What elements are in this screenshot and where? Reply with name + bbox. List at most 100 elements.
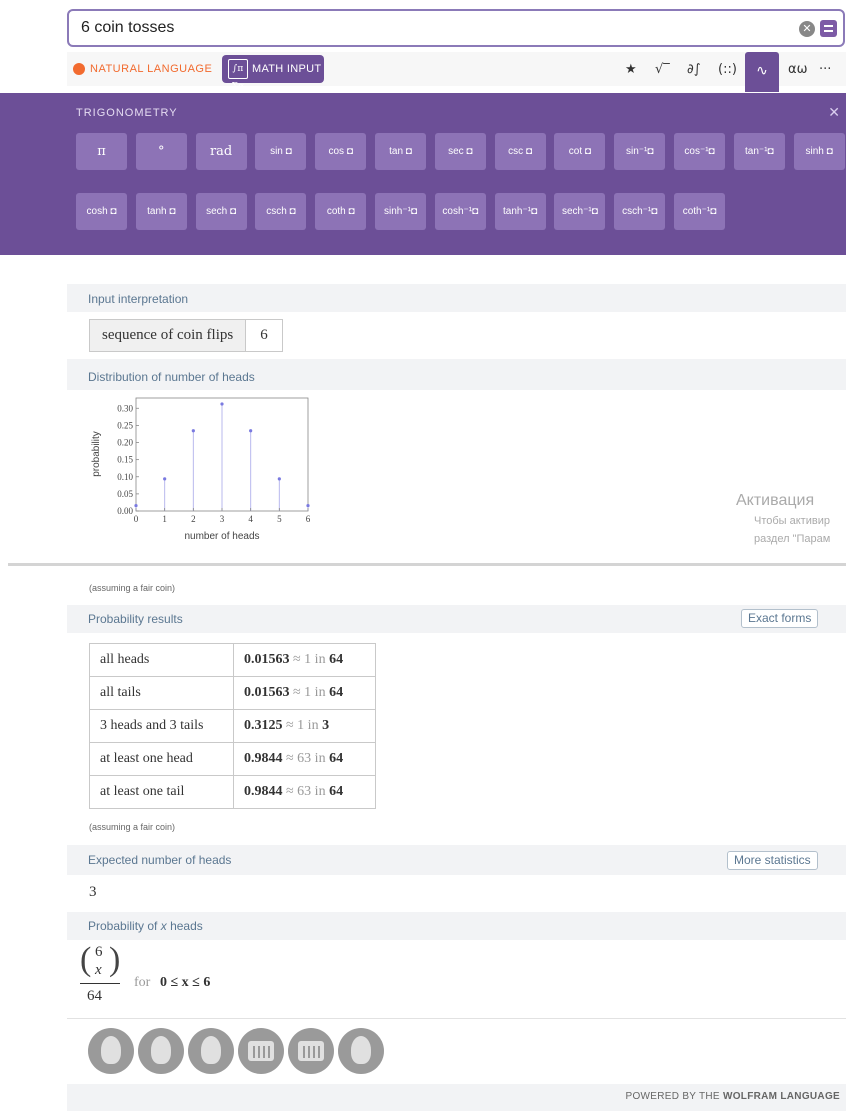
data-point <box>306 504 310 508</box>
calculus-icon[interactable]: ∂∫ <box>687 62 701 77</box>
math-keyboard: TRIGONOMETRY ✕ π ° rad sin ◘ cos ◘ tan ◘ sec ◘… <box>0 93 846 255</box>
key-row2-2[interactable]: sech ◘ <box>195 193 247 230</box>
key-10[interactable]: cos⁻¹◘ <box>674 133 725 170</box>
key-9[interactable]: sin⁻¹◘ <box>614 133 666 170</box>
activation-watermark-title: Активация <box>736 492 815 509</box>
powered-prefix: POWERED BY THE <box>625 1091 720 1102</box>
distribution-header: Distribution of number of heads <box>88 370 255 384</box>
x-tick-label: 5 <box>277 514 282 524</box>
key-row2-0[interactable]: cosh ◘ <box>76 193 127 230</box>
outcome-label: 3 heads and 3 tails <box>89 709 234 743</box>
probability-value: 0.01563 <box>244 685 290 700</box>
key-row2-10[interactable]: coth⁻¹◘ <box>674 193 725 230</box>
search-input[interactable] <box>81 16 761 40</box>
chart-marks <box>134 402 310 511</box>
right-paren: ) <box>109 941 121 978</box>
binomial: ( 6 x ) <box>80 942 122 982</box>
key-1[interactable]: ° <box>135 133 187 170</box>
key-row2-4[interactable]: coth ◘ <box>315 193 367 230</box>
expected-heads-header: Expected number of heads <box>88 853 232 867</box>
math-input-tab[interactable]: ∫π Σα MATH INPUT <box>222 55 324 92</box>
x-tick-label: 2 <box>191 514 196 524</box>
powered-brand: WOLFRAM LANGUAGE <box>722 1091 840 1102</box>
data-point <box>249 429 253 433</box>
natural-language-label: NATURAL LANGUAGE <box>90 63 213 75</box>
key-row2-6[interactable]: cosh⁻¹◘ <box>434 193 486 230</box>
range-condition: 0 ≤ x ≤ 6 <box>160 975 211 990</box>
outcome-label: all heads <box>89 643 234 677</box>
distribution-chart: 0.00 0.05 0.10 0.15 0.20 0.25 0.30 0 1 2 3 4 5 6 num… <box>91 397 311 542</box>
matrix-icon[interactable]: (::) <box>718 62 737 77</box>
outcome-probability: 0.9844 ≈ 63 in 64 <box>233 775 376 809</box>
probability-value: 0.01563 <box>244 652 290 667</box>
odds-value: 64 <box>329 751 344 766</box>
x-tick-label: 6 <box>306 514 311 524</box>
coin-heads-icon <box>88 1028 134 1074</box>
approx-text: ≈ 63 in <box>286 751 326 766</box>
clear-icon[interactable]: ✕ <box>799 21 815 37</box>
probability-table: all heads 0.01563 ≈ 1 in 64 all tails 0.015… <box>89 643 376 809</box>
data-point <box>163 477 167 481</box>
binomial-bottom: x <box>95 962 102 978</box>
coin-heads-icon <box>138 1028 184 1074</box>
probability-value: 0.9844 <box>244 751 283 766</box>
key-11[interactable]: tan⁻¹◘ <box>733 133 785 170</box>
coin-heads-icon <box>338 1028 384 1074</box>
assumption-note: (assuming a fair coin) <box>89 583 176 593</box>
data-point <box>191 429 195 433</box>
table-row: at least one head 0.9844 ≈ 63 in 64 <box>89 742 376 776</box>
menu-icon[interactable] <box>820 20 837 37</box>
search-bar: ✕ <box>67 9 845 47</box>
odds-value: 3 <box>322 718 330 733</box>
key-row2-3[interactable]: csch ◘ <box>255 193 307 230</box>
key-6[interactable]: sec ◘ <box>434 133 486 170</box>
fraction-bar <box>80 983 120 984</box>
data-point <box>277 477 281 481</box>
input-mode-bar: NATURAL LANGUAGE ∫π Σα MATH INPUT ★ √‾ ∂… <box>67 52 846 92</box>
y-tick-label: 0.05 <box>117 489 133 499</box>
key-row2-5[interactable]: sinh⁻¹◘ <box>375 193 426 230</box>
probability-x-header-var: x <box>160 919 167 933</box>
table-row: 3 heads and 3 tails 0.3125 ≈ 1 in 3 <box>89 709 376 743</box>
key-3[interactable]: sin ◘ <box>255 133 307 170</box>
outcome-probability: 0.9844 ≈ 63 in 64 <box>233 742 376 776</box>
outcome-probability: 0.01563 ≈ 1 in 64 <box>233 676 376 710</box>
footer: POWERED BY THE WOLFRAM LANGUAGE <box>67 1084 846 1111</box>
key-8[interactable]: cot ◘ <box>554 133 606 170</box>
outcome-probability: 0.3125 ≈ 1 in 3 <box>233 709 376 743</box>
key-row2-9[interactable]: csch⁻¹◘ <box>614 193 666 230</box>
coin-tails-icon <box>288 1028 334 1074</box>
math-input-label: MATH INPUT <box>252 63 322 75</box>
key-4[interactable]: cos ◘ <box>315 133 367 170</box>
powered-by: POWERED BY THE WOLFRAM LANGUAGE <box>625 1091 840 1102</box>
key-2[interactable]: rad <box>195 133 247 170</box>
outcome-label: all tails <box>89 676 234 710</box>
key-row2-7[interactable]: tanh⁻¹◘ <box>494 193 546 230</box>
key-row2-8[interactable]: sech⁻¹◘ <box>554 193 606 230</box>
key-12[interactable]: sinh ◘ <box>793 133 845 170</box>
interpretation-table: sequence of coin flips 6 <box>89 319 283 352</box>
y-tick-label: 0.15 <box>117 455 133 465</box>
more-statistics-button[interactable]: More statistics <box>727 851 818 870</box>
star-icon[interactable]: ★ <box>625 62 637 77</box>
key-5[interactable]: tan ◘ <box>375 133 426 170</box>
x-tick-label: 3 <box>220 514 225 524</box>
key-7[interactable]: csc ◘ <box>494 133 546 170</box>
close-icon[interactable]: ✕ <box>828 104 840 121</box>
coin-heads-icon <box>188 1028 234 1074</box>
natural-language-tab[interactable]: NATURAL LANGUAGE <box>73 58 212 80</box>
activation-watermark-line-2: Чтобы активир <box>754 515 830 527</box>
trigonometry-tool-icon[interactable]: ∿ <box>745 52 779 92</box>
sqrt-icon[interactable]: √‾ <box>655 62 670 77</box>
binomial-top: 6 <box>95 944 103 960</box>
exact-forms-button[interactable]: Exact forms <box>741 609 819 628</box>
greek-icon[interactable]: αω <box>788 62 807 77</box>
outcome-label: at least one tail <box>89 775 234 809</box>
more-icon[interactable]: ··· <box>819 62 831 77</box>
key-row2-1[interactable]: tanh ◘ <box>135 193 187 230</box>
y-axis-label: probability <box>91 431 102 477</box>
approx-text: ≈ 63 in <box>286 784 326 799</box>
expected-heads-value: 3 <box>89 884 97 900</box>
left-paren: ( <box>80 941 92 978</box>
key-0[interactable]: π <box>76 133 127 170</box>
